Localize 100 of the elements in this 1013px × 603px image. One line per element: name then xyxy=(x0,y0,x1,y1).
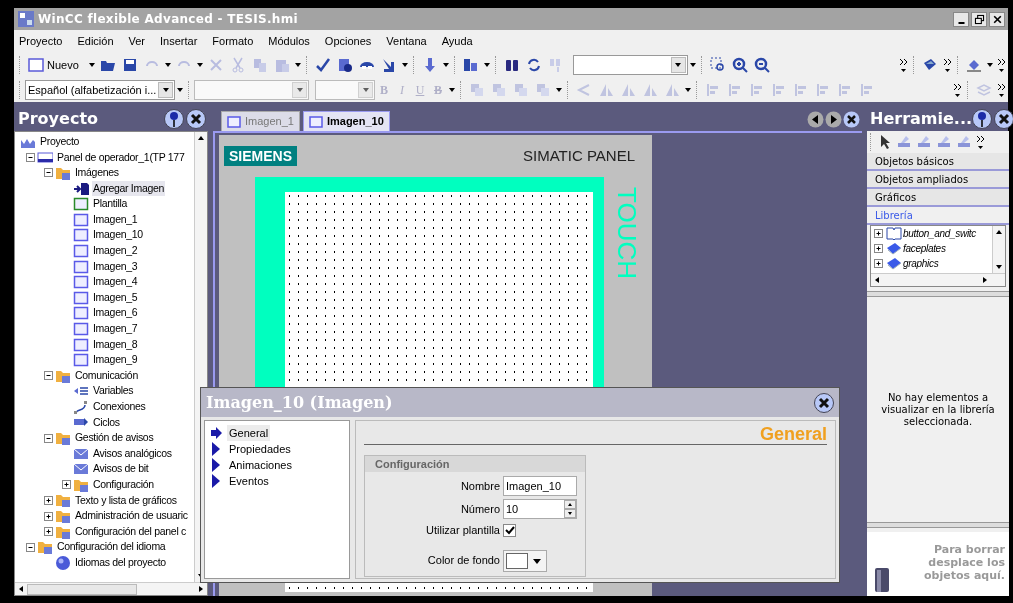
download-icon[interactable] xyxy=(380,57,397,73)
text-field[interactable]: Imagen_10 xyxy=(503,476,577,496)
book-icon[interactable] xyxy=(922,57,938,73)
dropdown-arrow-icon[interactable] xyxy=(555,87,563,93)
overflow-chevron-icon[interactable] xyxy=(997,57,1006,73)
menu-item[interactable]: Formato xyxy=(212,32,254,50)
compile-icon[interactable] xyxy=(336,57,353,73)
new-button[interactable]: Nuevo xyxy=(47,56,79,74)
tree-item[interactable]: Imagen_8 xyxy=(92,336,139,353)
tree-item[interactable]: Configuración xyxy=(92,477,155,493)
tree-item[interactable]: Configuración del idioma xyxy=(56,539,167,556)
tree-item[interactable]: Avisos de bit xyxy=(92,461,150,478)
vertical-scrollbar[interactable] xyxy=(992,226,1005,273)
nav-item[interactable]: Eventos xyxy=(227,472,271,490)
language-select[interactable]: Español (alfabetización i... xyxy=(25,80,175,100)
checkbox[interactable] xyxy=(503,523,516,537)
tree-item[interactable]: Imagen_5 xyxy=(92,289,139,306)
library-item[interactable]: graphics xyxy=(903,256,939,271)
zoom-out-icon[interactable] xyxy=(753,57,770,73)
save-icon[interactable] xyxy=(121,57,138,73)
dropdown-arrow-icon[interactable] xyxy=(986,62,994,68)
section-tab[interactable]: Objetos básicos xyxy=(867,153,1009,171)
expander-icon[interactable] xyxy=(42,525,55,539)
tree-item[interactable]: Agregar Imagen xyxy=(92,180,166,197)
tree-item[interactable]: Ciclos xyxy=(92,414,121,431)
horizontal-scrollbar[interactable] xyxy=(15,582,207,595)
tree-item[interactable]: Avisos analógicos xyxy=(92,445,173,462)
nav-item[interactable]: Propiedades xyxy=(227,440,293,458)
tree-item[interactable]: Imagen_4 xyxy=(92,274,139,290)
color-picker[interactable] xyxy=(503,549,547,572)
menu-item[interactable]: Ventana xyxy=(386,32,427,50)
menu-item[interactable]: Módulos xyxy=(268,32,310,50)
section-tab[interactable]: Objetos ampliados xyxy=(867,171,1009,189)
tree-item[interactable]: Imagen_2 xyxy=(92,243,139,259)
tree-item[interactable]: Idiomas del proyecto xyxy=(74,554,167,571)
tree-item[interactable]: Imagen_1 xyxy=(92,211,139,228)
minimize-button[interactable] xyxy=(953,11,969,27)
menu-item[interactable]: Ayuda xyxy=(441,32,473,50)
overflow-chevron-icon[interactable] xyxy=(899,57,908,73)
previous-button[interactable] xyxy=(807,110,824,128)
expander-icon[interactable] xyxy=(872,242,885,255)
restore-button[interactable] xyxy=(971,11,987,27)
overflow-chevron-icon[interactable] xyxy=(997,82,1006,98)
close-button[interactable] xyxy=(186,109,206,129)
menu-item[interactable]: Edición xyxy=(77,32,114,50)
library-item[interactable]: faceplates xyxy=(903,241,946,256)
expander-icon[interactable] xyxy=(872,227,885,240)
dropdown-arrow-icon[interactable] xyxy=(195,62,204,68)
dropdown-arrow-icon[interactable] xyxy=(684,87,692,93)
section-tab[interactable]: Librería xyxy=(867,207,1009,225)
editor-tab[interactable]: Imagen_10 xyxy=(302,111,390,131)
checkmark-icon[interactable] xyxy=(314,57,331,73)
tree-item[interactable]: Comunicación xyxy=(74,367,139,384)
overflow-chevron-icon[interactable] xyxy=(953,82,962,98)
tree-item[interactable]: Administración de usuaric xyxy=(74,508,189,524)
dropdown-arrow-icon[interactable] xyxy=(293,62,302,68)
number-spinner[interactable]: 10 xyxy=(503,499,577,519)
pin-button[interactable] xyxy=(972,109,993,129)
menu-item[interactable]: Opciones xyxy=(324,32,372,50)
overflow-chevron-icon[interactable] xyxy=(976,134,985,150)
tree-item[interactable]: Gestión de avisos xyxy=(74,430,155,446)
tree-item[interactable]: Imágenes xyxy=(74,165,120,181)
dropdown-arrow-icon[interactable] xyxy=(441,62,450,68)
window-icon[interactable] xyxy=(28,57,44,73)
tree-item[interactable]: Conexiones xyxy=(92,399,147,415)
overflow-chevron-icon[interactable] xyxy=(943,57,952,73)
nav-item[interactable]: Animaciones xyxy=(227,456,294,474)
menu-item[interactable]: Ver xyxy=(128,32,145,50)
dropdown-arrow-icon[interactable] xyxy=(87,62,96,68)
tree-item[interactable]: Proyecto xyxy=(39,133,81,150)
tree-item[interactable]: Imagen_10 xyxy=(92,227,144,244)
zoom-in-icon[interactable] xyxy=(731,57,748,73)
pin-button[interactable] xyxy=(164,109,184,129)
dropdown-arrow-icon[interactable] xyxy=(448,87,456,93)
tree-item[interactable]: Imagen_7 xyxy=(92,321,139,337)
close-button[interactable] xyxy=(994,109,1013,129)
expander-icon[interactable] xyxy=(60,478,73,492)
expander-icon[interactable] xyxy=(42,493,55,507)
replace-icon[interactable] xyxy=(525,57,542,73)
tree-item[interactable]: Variables xyxy=(92,383,135,400)
tree-item[interactable]: Imagen_6 xyxy=(92,305,139,322)
close-button[interactable] xyxy=(814,392,834,413)
menu-item[interactable]: Proyecto xyxy=(19,32,63,50)
blocks-icon[interactable] xyxy=(462,57,479,73)
menu-item[interactable]: Insertar xyxy=(160,32,198,50)
tree-item[interactable]: Imagen_3 xyxy=(92,258,139,275)
tree-item[interactable]: Imagen_9 xyxy=(92,352,139,368)
close-button[interactable] xyxy=(843,110,860,128)
next-button[interactable] xyxy=(825,110,842,128)
tree-item[interactable]: Configuración del panel c xyxy=(74,523,187,540)
zoom-area-icon[interactable] xyxy=(709,57,726,73)
tree-item[interactable]: Panel de operador_1(TP 177 xyxy=(56,149,186,166)
library-item[interactable]: button_and_switc xyxy=(903,226,977,241)
dropdown-arrow-icon[interactable] xyxy=(400,62,409,68)
dropdown-arrow-icon[interactable] xyxy=(163,62,172,68)
expander-icon[interactable] xyxy=(872,257,885,270)
pointer-icon[interactable] xyxy=(878,134,892,150)
horizontal-scrollbar[interactable] xyxy=(871,273,1005,286)
expander-icon[interactable] xyxy=(42,509,55,523)
nav-item[interactable]: General xyxy=(227,424,271,442)
